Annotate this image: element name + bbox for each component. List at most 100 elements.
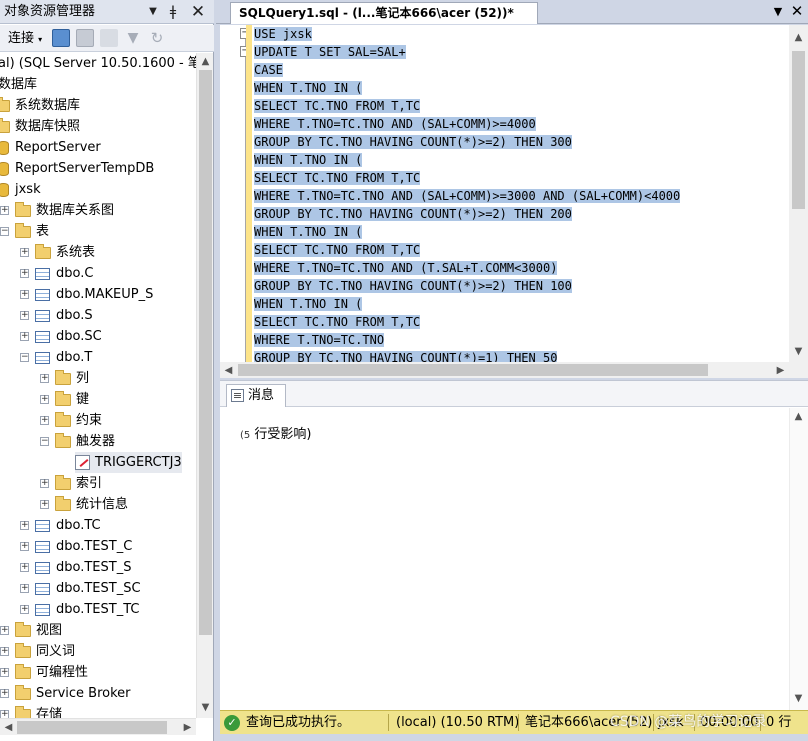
tree-item[interactable]: TRIGGERCTJ3 [75, 452, 182, 473]
object-tree-vertical-scrollbar[interactable]: ▲ ▼ [196, 53, 213, 718]
code-line[interactable]: USE jxsk [254, 25, 680, 43]
code-line[interactable]: GROUP BY TC.TNO HAVING COUNT(*)>=2) THEN… [254, 205, 680, 223]
collapse-icon[interactable]: − [20, 353, 29, 362]
refresh-icon[interactable]: ↻ [148, 29, 166, 47]
tree-item[interactable]: + 存储 [0, 704, 62, 718]
tree-item[interactable]: ReportServerTempDB [0, 158, 154, 179]
code-line[interactable]: SELECT TC.TNO FROM T,TC [254, 313, 680, 331]
tree-item[interactable]: − 触发器 [40, 431, 115, 452]
close-icon[interactable]: ✕ [189, 2, 207, 22]
filter-icon[interactable]: ▼ [124, 29, 142, 47]
code-line[interactable]: WHERE T.TNO=TC.TNO AND (SAL+COMM)>=3000 … [254, 187, 681, 205]
code-line[interactable]: UPDATE T SET SAL=SAL+ [254, 43, 680, 61]
tab-messages[interactable]: 消息 [226, 384, 286, 407]
tree-item[interactable]: 数据库 [0, 74, 37, 95]
code-line[interactable]: SELECT TC.TNO FROM T,TC [254, 97, 680, 115]
expand-icon[interactable]: + [0, 689, 9, 698]
tree-item[interactable]: + dbo.TEST_S [20, 557, 131, 578]
scroll-up-icon[interactable]: ▲ [197, 53, 214, 70]
scroll-thumb[interactable] [238, 364, 708, 376]
scroll-up-icon[interactable]: ▲ [790, 408, 807, 425]
editor-horizontal-scrollbar[interactable]: ◀ ▶ [220, 362, 789, 378]
code-line[interactable]: WHERE T.TNO=TC.TNO AND (SAL+COMM)>=4000 [254, 115, 680, 133]
tree-item[interactable]: + 统计信息 [40, 494, 128, 515]
code-line[interactable]: WHEN T.TNO IN ( [254, 223, 680, 241]
tree-item[interactable]: + dbo.TEST_SC [20, 578, 141, 599]
expand-icon[interactable]: + [0, 206, 9, 215]
expand-icon[interactable]: + [0, 710, 9, 718]
stop-icon[interactable] [100, 29, 118, 47]
tree-item[interactable]: − dbo.T [20, 347, 92, 368]
tree-item[interactable]: + 键 [40, 389, 89, 410]
code-line[interactable]: CASE [254, 61, 680, 79]
code-line[interactable]: WHEN T.TNO IN ( [254, 295, 680, 313]
tree-item[interactable]: − 表 [0, 221, 49, 242]
scroll-down-icon[interactable]: ▼ [790, 690, 807, 707]
expand-icon[interactable]: + [0, 647, 9, 656]
close-icon[interactable]: ✕ [788, 1, 806, 21]
tab-sqlquery1[interactable]: SQLQuery1.sql - (l...笔记本666\acer (52))* [230, 2, 538, 24]
expand-icon[interactable]: + [0, 668, 9, 677]
code-line[interactable]: WHEN T.TNO IN ( [254, 151, 680, 169]
results-vertical-scrollbar[interactable]: ▲ ▼ [789, 408, 808, 711]
scroll-left-icon[interactable]: ◀ [220, 362, 237, 379]
scroll-thumb[interactable] [199, 70, 212, 635]
scroll-thumb[interactable] [792, 51, 805, 209]
tree-item[interactable]: 数据库快照 [0, 116, 80, 137]
tree-item[interactable]: + dbo.C [20, 263, 93, 284]
scroll-up-icon[interactable]: ▲ [790, 29, 807, 46]
expand-icon[interactable]: + [20, 269, 29, 278]
object-tree-horizontal-scrollbar[interactable]: ◀ ▶ [0, 718, 196, 735]
expand-icon[interactable]: + [40, 479, 49, 488]
scroll-down-icon[interactable]: ▼ [197, 699, 214, 716]
code-line[interactable]: SELECT TC.TNO FROM T,TC [254, 241, 680, 259]
tree-item[interactable]: + dbo.MAKEUP_S [20, 284, 153, 305]
expand-icon[interactable]: + [20, 290, 29, 299]
tree-item[interactable]: + 同义词 [0, 641, 75, 662]
expand-icon[interactable]: + [40, 416, 49, 425]
scroll-thumb[interactable] [17, 721, 167, 734]
tree-item[interactable]: + 数据库关系图 [0, 200, 114, 221]
expand-icon[interactable]: + [0, 626, 9, 635]
connect-button[interactable]: 连接 ▾ [8, 29, 42, 49]
scroll-right-icon[interactable]: ▶ [179, 719, 196, 736]
tree-item[interactable]: + 视图 [0, 620, 62, 641]
disconnect-icon[interactable] [76, 29, 94, 47]
chevron-down-icon[interactable]: ▼ [770, 3, 786, 21]
code-line[interactable]: SELECT TC.TNO FROM T,TC [254, 169, 680, 187]
expand-icon[interactable]: + [20, 521, 29, 530]
editor-vertical-scrollbar[interactable]: ▲ ▼ [789, 25, 808, 362]
expand-icon[interactable]: + [40, 374, 49, 383]
scroll-down-icon[interactable]: ▼ [790, 343, 807, 360]
expand-icon[interactable]: + [20, 563, 29, 572]
expand-icon[interactable]: + [20, 605, 29, 614]
expand-icon[interactable]: + [40, 500, 49, 509]
query-editor[interactable]: − − USE jxsk UPDATE T SET SAL=SAL+ CASE WHE… [220, 25, 789, 362]
expand-icon[interactable]: + [20, 584, 29, 593]
tree-item[interactable]: + Service Broker [0, 683, 131, 704]
pin-icon[interactable]: ǂ [164, 2, 182, 22]
tree-item[interactable]: + 约束 [40, 410, 102, 431]
tree-item[interactable]: + 列 [40, 368, 89, 389]
tree-item[interactable]: 系统数据库 [0, 95, 80, 116]
tree-item[interactable]: + dbo.SC [20, 326, 102, 347]
sql-code[interactable]: USE jxsk UPDATE T SET SAL=SAL+ CASE WHEN T.… [254, 25, 681, 362]
tree-item[interactable]: + 可编程性 [0, 662, 88, 683]
scroll-right-icon[interactable]: ▶ [772, 362, 789, 379]
expand-icon[interactable]: + [40, 395, 49, 404]
tree-item[interactable]: + dbo.S [20, 305, 93, 326]
expand-icon[interactable]: + [20, 248, 29, 257]
tree-item[interactable]: + 系统表 [20, 242, 95, 263]
expand-icon[interactable]: + [20, 311, 29, 320]
chevron-down-icon[interactable]: ▼ [144, 2, 162, 22]
tree-item[interactable]: + 索引 [40, 473, 102, 494]
code-line[interactable]: GROUP BY TC.TNO HAVING COUNT(*)>=2) THEN… [254, 133, 680, 151]
scroll-left-icon[interactable]: ◀ [0, 719, 17, 736]
code-line[interactable]: GROUP BY TC.TNO HAVING COUNT(*)=1) THEN … [254, 349, 680, 362]
expand-icon[interactable]: + [20, 542, 29, 551]
code-line[interactable]: WHEN T.TNO IN ( [254, 79, 680, 97]
expand-icon[interactable]: + [20, 332, 29, 341]
tree-item[interactable]: + dbo.TEST_TC [20, 599, 139, 620]
collapse-icon[interactable]: − [0, 227, 9, 236]
tree-item[interactable]: ReportServer [0, 137, 101, 158]
